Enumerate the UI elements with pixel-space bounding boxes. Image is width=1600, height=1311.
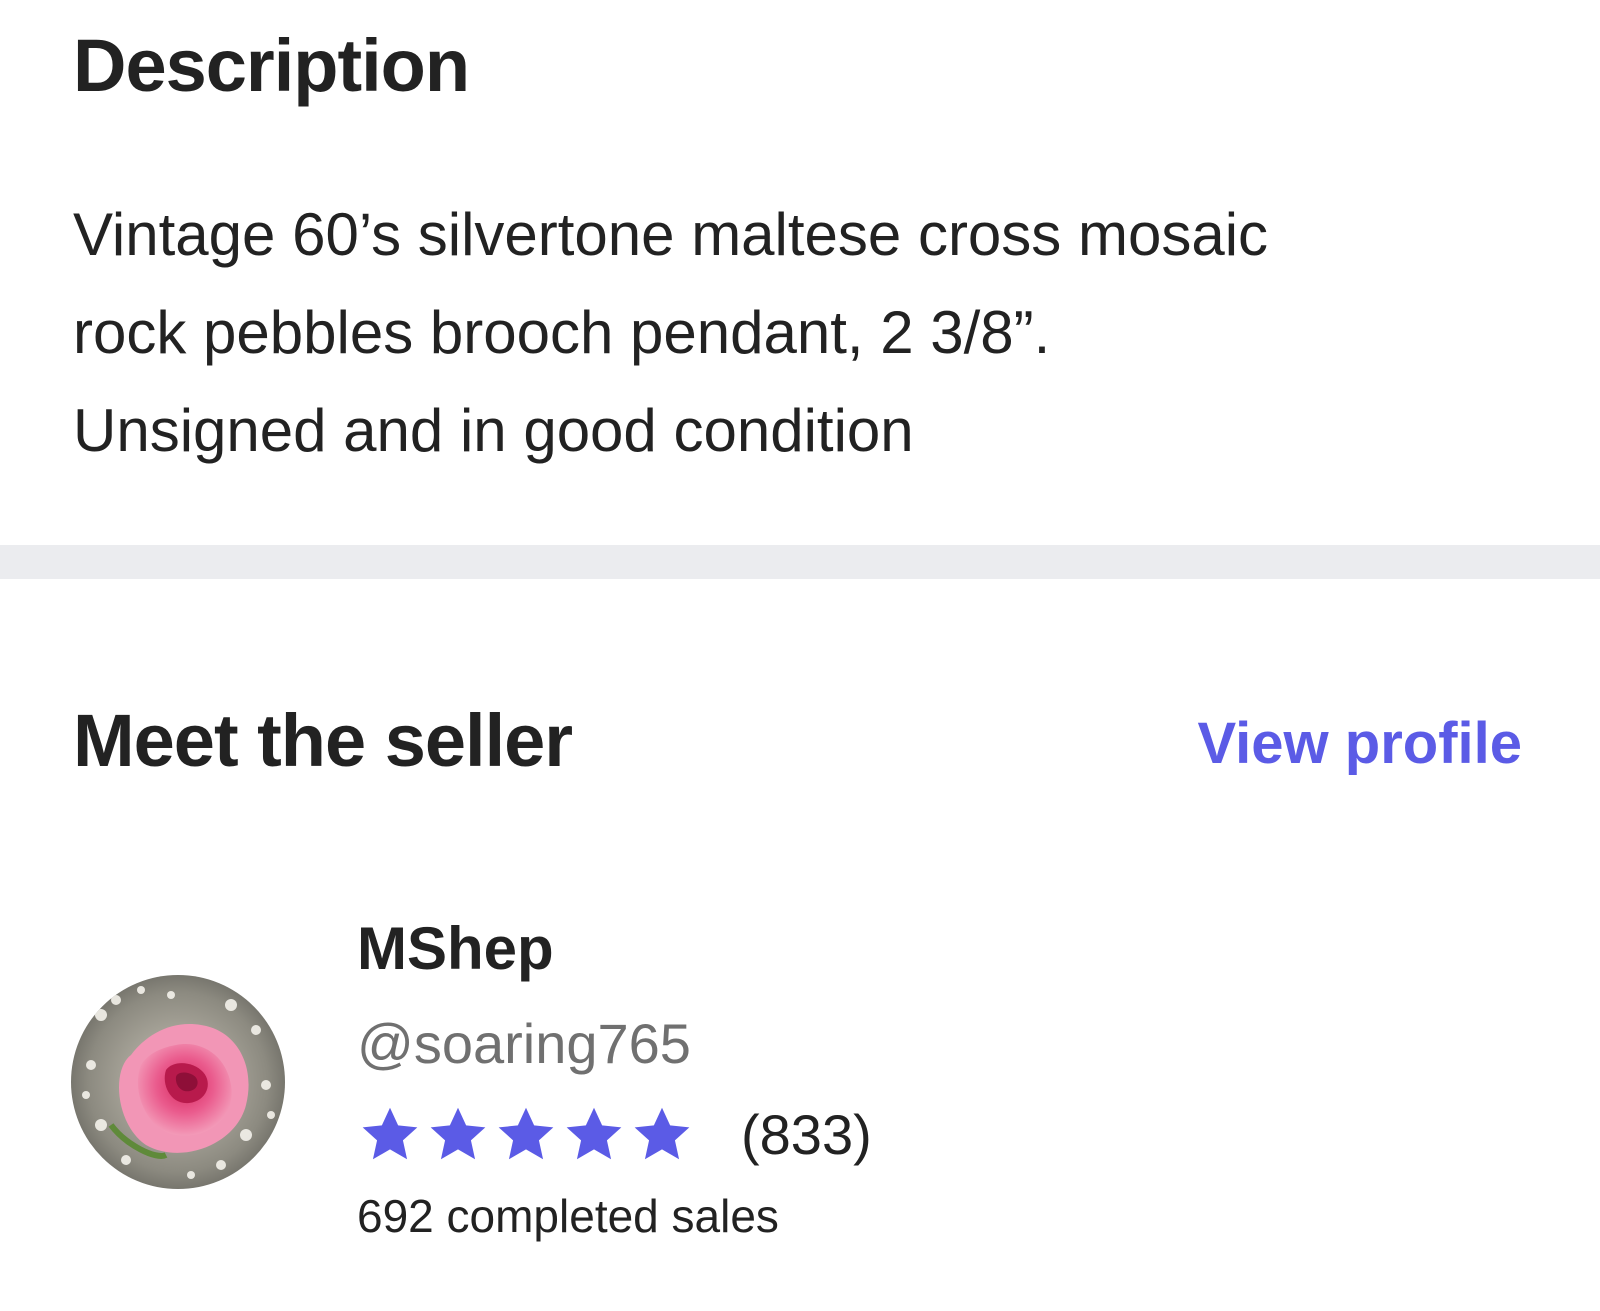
seller-avatar[interactable] (71, 975, 285, 1189)
star-icon (430, 1107, 486, 1160)
pink-rose-avatar-icon (71, 975, 285, 1189)
view-profile-link[interactable]: View profile (1198, 709, 1522, 779)
star-icon (634, 1107, 690, 1160)
star-icon (498, 1107, 554, 1160)
description-title: Description (73, 24, 470, 107)
section-divider (0, 545, 1600, 579)
seller-rating[interactable]: (833) (357, 1099, 872, 1171)
seller-name[interactable]: MShep (357, 913, 554, 985)
description-line: Unsigned and in good condition (73, 397, 914, 464)
description-section: Description Vintage 60’s silvertone malt… (0, 0, 1600, 545)
completed-sales: 692 completed sales (357, 1190, 779, 1242)
description-line: rock pebbles brooch pendant, 2 3/8”. (73, 299, 1051, 366)
rating-stars (357, 1103, 695, 1167)
description-line: Vintage 60’s silvertone maltese cross mo… (73, 201, 1269, 268)
seller-heading: Meet the seller (73, 699, 573, 782)
seller-handle: @soaring765 (357, 1012, 691, 1075)
review-count: (833) (741, 1103, 872, 1167)
seller-section: Meet the seller View profile MShep @soar… (0, 579, 1600, 1311)
star-icon (362, 1107, 418, 1160)
description-text: Vintage 60’s silvertone maltese cross mo… (73, 186, 1553, 480)
star-icon (566, 1107, 622, 1160)
